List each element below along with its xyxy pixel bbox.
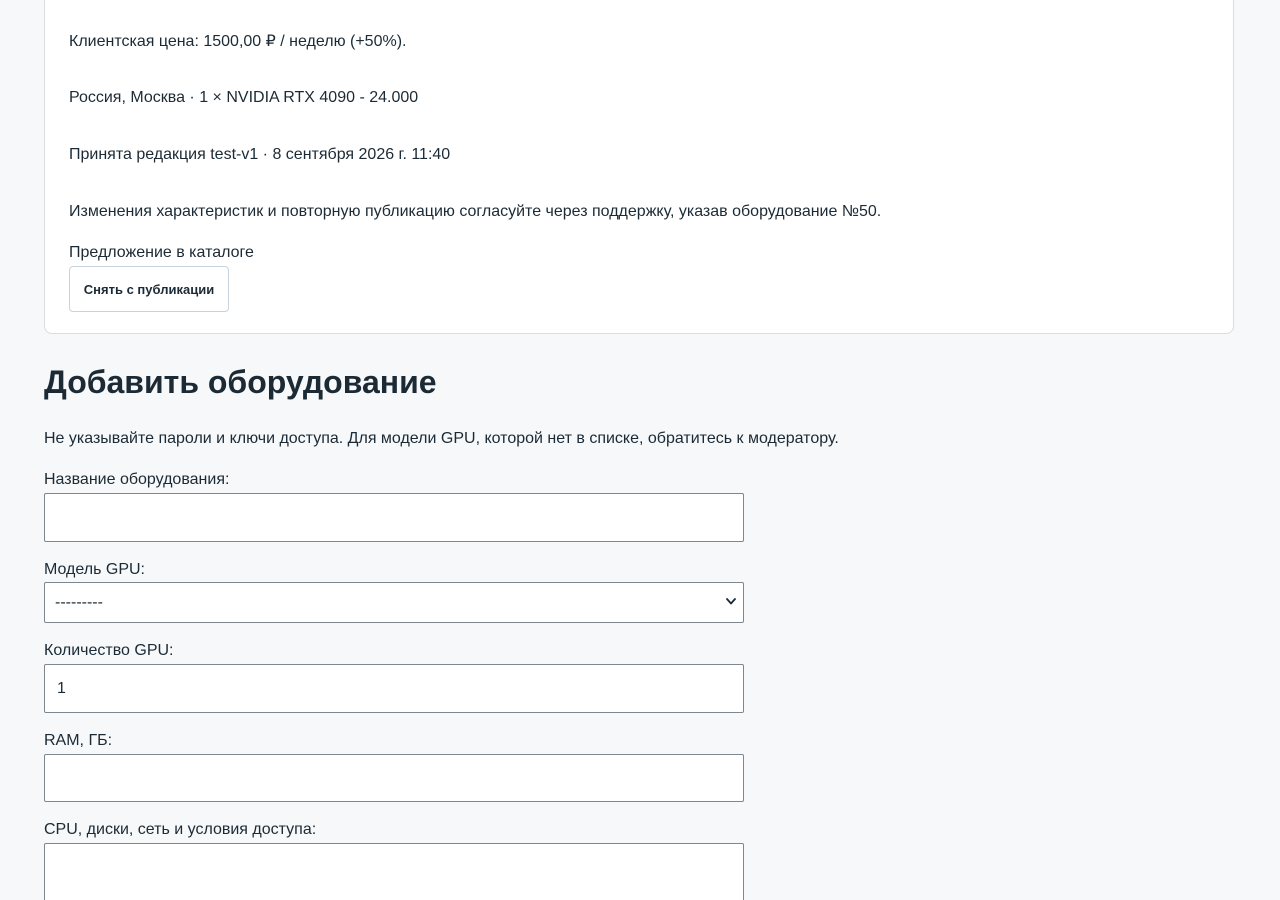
gpu-count-input[interactable]	[44, 664, 744, 713]
name-label: Название оборудования:	[44, 471, 230, 488]
gpu-model-select[interactable]: ---------	[44, 582, 744, 623]
details-textarea[interactable]	[44, 843, 744, 900]
details-label: CPU, диски, сеть и условия доступа:	[44, 821, 317, 838]
gpu-model-label: Модель GPU:	[44, 561, 145, 578]
accepted-revision: Принята редакция test-v1 · 8 сентября 20…	[69, 146, 451, 163]
support-notice: Изменения характеристик и повторную публ…	[69, 203, 882, 220]
gpu-count-label: Количество GPU:	[44, 642, 174, 659]
listing-card: Клиентская цена: 1500,00 ₽ / неделю (+50…	[44, 0, 1234, 334]
location-spec: Россия, Москва · 1 × NVIDIA RTX 4090 - 2…	[69, 89, 419, 106]
page: Клиентская цена: 1500,00 ₽ / неделю (+50…	[0, 0, 1280, 900]
ram-label: RAM, ГБ:	[44, 732, 113, 749]
unpublish-button[interactable]: Снять с публикации	[69, 266, 229, 312]
form-hint: Не указывайте пароли и ключи доступа. Дл…	[44, 430, 839, 447]
client-price: Клиентская цена: 1500,00 ₽ / неделю (+50…	[69, 33, 407, 50]
name-input[interactable]	[44, 493, 744, 542]
ram-input[interactable]	[44, 754, 744, 802]
page-title: Добавить оборудование	[44, 364, 437, 400]
catalog-label: Предложение в каталоге	[69, 244, 254, 261]
